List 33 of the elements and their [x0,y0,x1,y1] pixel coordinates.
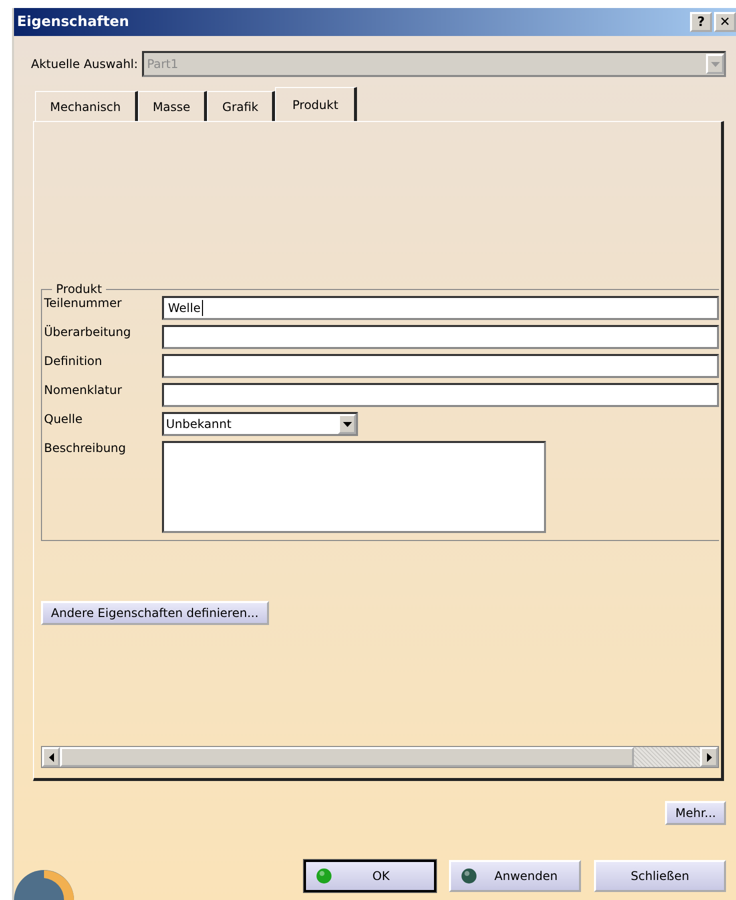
field-label: Definition [44,354,104,368]
ball-icon [461,868,477,884]
window-title: Eigenschaften [17,14,130,30]
define-properties-button[interactable]: Andere Eigenschaften definieren... [41,601,269,625]
close-button[interactable]: ✕ [714,12,736,32]
description-box[interactable] [162,441,546,533]
globe-icon [14,870,74,900]
selection-label: Aktuelle Auswahl: [31,57,138,71]
field-label: Beschreibung [44,441,127,455]
scroll-left-icon[interactable] [42,747,60,767]
tab[interactable]: Produkt [275,87,358,121]
dialog-button[interactable]: OK [304,860,436,892]
field-label: Quelle [44,412,84,426]
field-label: Nomenklatur [44,383,123,397]
dialog-button[interactable]: Schließen [594,860,726,892]
ball-icon [316,868,332,884]
input-field[interactable] [162,354,719,378]
input-field[interactable]: Welle [162,296,719,320]
scroll-thumb[interactable] [60,747,634,767]
dialog-button[interactable]: Anwenden [449,860,581,892]
source-dropdown[interactable]: Unbekannt [162,412,358,436]
input-field[interactable] [162,325,719,349]
tab[interactable]: Masse [138,91,208,121]
group-title: Produkt [55,282,103,296]
field-label: Überarbeitung [44,325,132,339]
tab[interactable]: Mechanisch [35,91,138,121]
field-label: Teilenummer [44,296,123,310]
horizontal-scrollbar[interactable] [41,746,719,768]
input-field[interactable] [162,383,719,407]
scroll-right-icon[interactable] [700,747,718,767]
tab[interactable]: Grafik [207,91,276,121]
help-button[interactable]: ? [690,12,712,32]
more-button[interactable]: Mehr... [665,801,726,825]
